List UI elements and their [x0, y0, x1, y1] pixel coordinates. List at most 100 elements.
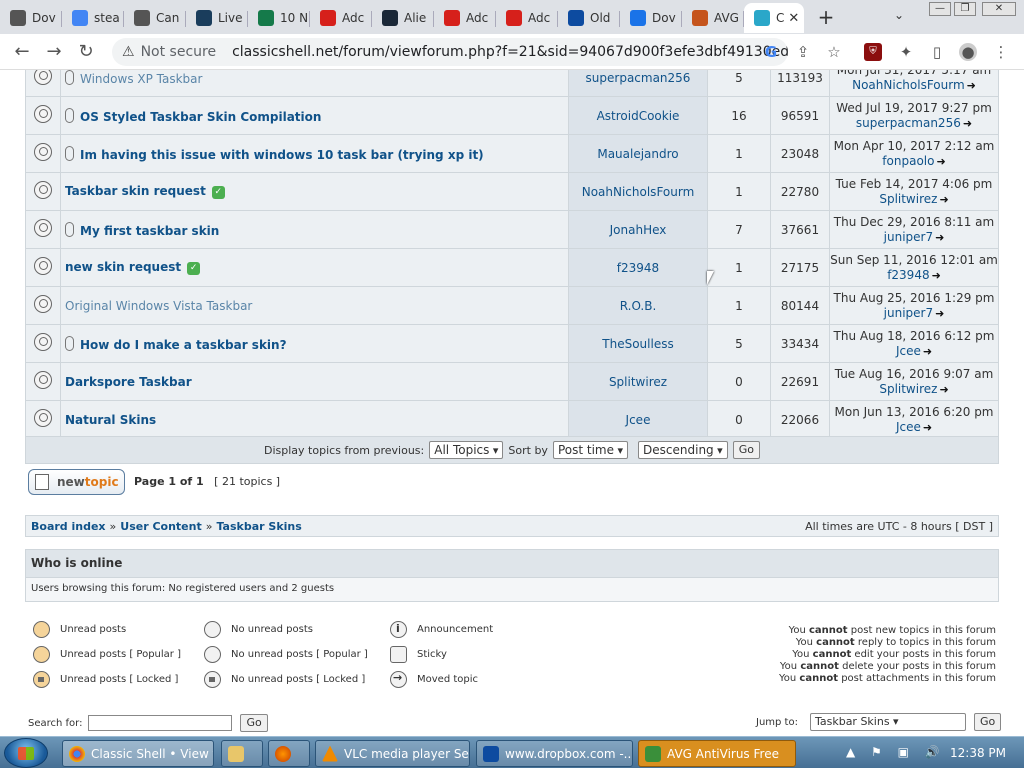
- start-button[interactable]: [4, 738, 48, 768]
- jump-select[interactable]: Taskbar Skins: [809, 713, 966, 731]
- goto-last-post-icon[interactable]: ➜: [923, 420, 932, 435]
- profile-avatar-icon[interactable]: ●: [959, 43, 977, 61]
- ublock-icon[interactable]: ⛨: [864, 43, 882, 61]
- sort-by-select[interactable]: Post time: [552, 441, 629, 459]
- topic-author[interactable]: Maualejandro: [568, 134, 708, 173]
- browser-tab[interactable]: C ✕: [744, 3, 804, 33]
- browser-tab[interactable]: Adc: [310, 3, 372, 33]
- minimize-button[interactable]: —: [929, 2, 951, 16]
- new-topic-button[interactable]: new topic: [28, 469, 125, 495]
- last-post-author[interactable]: juniper7: [884, 230, 933, 244]
- browser-tab[interactable]: Adc: [434, 3, 496, 33]
- browser-tab[interactable]: Adc: [496, 3, 558, 33]
- last-post-date: Tue Aug 16, 2016 9:07 am: [834, 366, 994, 381]
- goto-last-post-icon[interactable]: ➜: [936, 154, 945, 169]
- filter-go-button[interactable]: Go: [732, 441, 760, 459]
- topic-author[interactable]: superpacman256: [568, 70, 708, 97]
- topic-author[interactable]: f23948: [568, 248, 708, 287]
- legend-label: No unread posts: [231, 624, 313, 635]
- extensions-icon[interactable]: ✦: [897, 43, 915, 61]
- jump-go-button[interactable]: Go: [973, 713, 1002, 731]
- tab-close-icon[interactable]: ✕: [788, 11, 799, 26]
- taskbar-clock[interactable]: 12:38 PM: [950, 746, 1006, 760]
- last-post-author[interactable]: f23948: [887, 268, 929, 282]
- topic-title-link[interactable]: OS Styled Taskbar Skin Compilation: [80, 110, 321, 124]
- goto-last-post-icon[interactable]: ➜: [939, 382, 948, 397]
- google-lens-icon[interactable]: G: [762, 43, 780, 61]
- last-post-author[interactable]: superpacman256: [856, 116, 961, 130]
- browser-tab[interactable]: Old: [558, 3, 620, 33]
- topic-title-link[interactable]: Windows XP Taskbar: [80, 72, 202, 86]
- forward-button[interactable]: →: [38, 41, 70, 62]
- topic-author[interactable]: TheSoulless: [568, 324, 708, 363]
- breadcrumb-user-content[interactable]: User Content: [120, 520, 201, 533]
- new-tab-button[interactable]: +: [812, 5, 840, 29]
- browser-tab[interactable]: AVG: [682, 3, 744, 33]
- browser-tab[interactable]: Alie: [372, 3, 434, 33]
- topic-author[interactable]: AstroidCookie: [568, 96, 708, 135]
- topic-title-link[interactable]: Natural Skins: [65, 413, 156, 427]
- topic-title-link[interactable]: Darkspore Taskbar: [65, 375, 192, 389]
- maximize-button[interactable]: ❐: [954, 2, 976, 16]
- back-button[interactable]: ←: [6, 41, 38, 62]
- goto-last-post-icon[interactable]: ➜: [935, 230, 944, 245]
- taskbar-item-chrome[interactable]: Classic Shell • View f...: [62, 740, 214, 767]
- goto-last-post-icon[interactable]: ➜: [963, 116, 972, 131]
- no-unread-posts-icon: [34, 105, 52, 123]
- last-post-author[interactable]: NoahNicholsFourm: [852, 78, 965, 92]
- topic-author[interactable]: JonahHex: [568, 210, 708, 249]
- last-post-author[interactable]: juniper7: [884, 306, 933, 320]
- topic-author[interactable]: R.O.B.: [568, 286, 708, 325]
- tab-label: stea: [94, 11, 120, 25]
- goto-last-post-icon[interactable]: ➜: [935, 306, 944, 321]
- browser-tab[interactable]: stea: [62, 3, 124, 33]
- browser-tab[interactable]: Dov: [620, 3, 682, 33]
- last-post-author[interactable]: Splitwirez: [879, 382, 937, 396]
- permission-text: reply to topics in this forum: [857, 637, 996, 648]
- goto-last-post-icon[interactable]: ➜: [923, 344, 932, 359]
- topic-filter-bar: Display topics from previous: All Topics…: [25, 436, 999, 464]
- topic-views: 22691: [770, 362, 830, 401]
- breadcrumb-board-index[interactable]: Board index: [31, 520, 106, 533]
- last-post-author[interactable]: Splitwirez: [879, 192, 937, 206]
- browser-tab[interactable]: Can: [124, 3, 186, 33]
- breadcrumb-taskbar-skins[interactable]: Taskbar Skins: [216, 520, 301, 533]
- taskbar-item-explorer[interactable]: [221, 740, 263, 767]
- browser-tab[interactable]: Dov: [0, 3, 62, 33]
- side-panel-icon[interactable]: ▯: [928, 43, 946, 61]
- browser-tab[interactable]: 10 N: [248, 3, 310, 33]
- last-post-author[interactable]: fonpaolo: [882, 154, 934, 168]
- topic-author[interactable]: Jcee: [568, 400, 708, 439]
- taskbar-item-firefox[interactable]: [268, 740, 310, 767]
- taskbar-item-avg[interactable]: AVG AntiVirus Free: [638, 740, 796, 767]
- display-topics-select[interactable]: All Topics: [429, 441, 504, 459]
- share-icon[interactable]: ⇪: [794, 43, 812, 61]
- reload-button[interactable]: ↻: [70, 41, 102, 62]
- taskbar-item-dropbox[interactable]: www.dropbox.com -...: [476, 740, 633, 767]
- topic-author[interactable]: NoahNicholsFourm: [568, 172, 708, 211]
- search-go-button[interactable]: Go: [240, 714, 268, 732]
- topic-title-cell: Darkspore Taskbar: [60, 362, 569, 401]
- system-tray[interactable]: ▲ ⚑ ▣ 🔊: [846, 745, 946, 759]
- sort-order-select[interactable]: Descending: [638, 441, 728, 459]
- search-input[interactable]: [88, 715, 233, 731]
- address-bar[interactable]: ⚠ Not secure classicshell.net/forum/view…: [112, 38, 788, 66]
- last-post-author[interactable]: Jcee: [896, 420, 921, 434]
- topic-title-link[interactable]: How do I make a taskbar skin?: [80, 338, 287, 352]
- topic-title-link[interactable]: Im having this issue with windows 10 tas…: [80, 148, 484, 162]
- bookmark-star-icon[interactable]: ☆: [825, 43, 843, 61]
- close-window-button[interactable]: ✕: [982, 2, 1016, 16]
- topic-title-link[interactable]: Taskbar skin request: [65, 184, 206, 198]
- topic-title-link[interactable]: My first taskbar skin: [80, 224, 219, 238]
- tab-search-icon[interactable]: ⌄: [894, 8, 904, 22]
- browser-tab[interactable]: Live: [186, 3, 248, 33]
- topic-title-link[interactable]: new skin request: [65, 260, 181, 274]
- taskbar-item-vlc[interactable]: VLC media player Set...: [315, 740, 470, 767]
- topic-author[interactable]: Splitwirez: [568, 362, 708, 401]
- menu-kebab-icon[interactable]: ⋮: [992, 43, 1010, 61]
- topic-title-link[interactable]: Original Windows Vista Taskbar: [65, 299, 252, 313]
- goto-last-post-icon[interactable]: ➜: [939, 192, 948, 207]
- goto-last-post-icon[interactable]: ➜: [967, 78, 976, 93]
- last-post-author[interactable]: Jcee: [896, 344, 921, 358]
- goto-last-post-icon[interactable]: ➜: [932, 268, 941, 283]
